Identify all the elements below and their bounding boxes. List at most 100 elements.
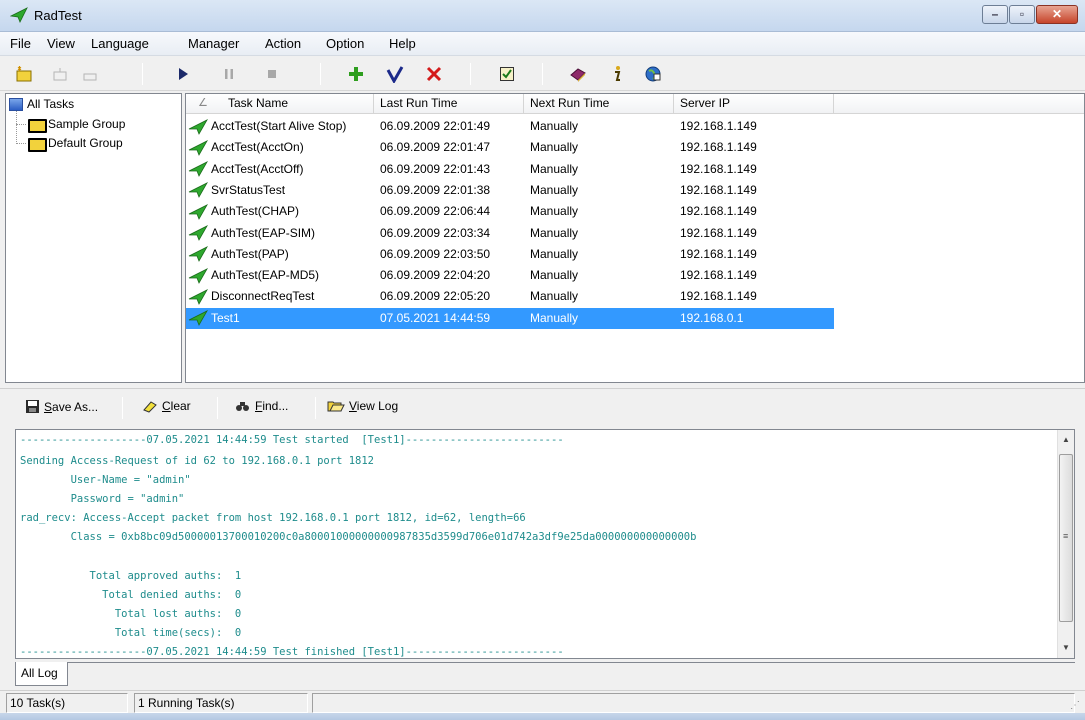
menu-option[interactable]: Option <box>326 36 364 51</box>
close-button[interactable]: ✕ <box>1036 5 1078 24</box>
tree-node-default-group[interactable]: Default Group <box>27 134 123 152</box>
column-header-server-ip[interactable]: Server IP <box>674 94 834 114</box>
tree-connector <box>16 143 26 144</box>
minimize-button[interactable]: – <box>982 5 1008 24</box>
task-arrow-icon <box>188 246 208 263</box>
task-list: ∠ Task Name Last Run Time Next Run Time … <box>185 93 1085 383</box>
cell-server-ip: 192.168.1.149 <box>680 289 757 304</box>
menu-language[interactable]: Language <box>91 36 149 51</box>
cell-task-name: AcctTest(Start Alive Stop) <box>186 116 374 137</box>
table-row[interactable]: AuthTest(CHAP) 06.09.2009 22:06:44 Manuall… <box>186 201 834 222</box>
title-bar: RadTest – ▫ ✕ <box>0 0 1085 32</box>
menu-action[interactable]: Action <box>265 36 301 51</box>
tab-all-log[interactable]: All Log <box>15 662 68 686</box>
save-as-button[interactable]: Save As... <box>25 399 98 414</box>
maximize-button[interactable]: ▫ <box>1009 5 1035 24</box>
pause-button[interactable] <box>219 64 239 84</box>
group-folder-icon <box>27 118 47 133</box>
task-name-label: AuthTest(CHAP) <box>211 204 300 219</box>
save-as-label: Save As... <box>44 399 99 414</box>
log-line: rad_recv: Access-Accept packet from host… <box>20 512 526 525</box>
task-name-label: SvrStatusTest <box>211 182 286 197</box>
cell-task-name: AuthTest(EAP-MD5) <box>186 265 374 286</box>
cell-task-name: AuthTest(EAP-SIM) <box>186 223 374 244</box>
log-line: User-Name = "admin" <box>20 474 191 487</box>
menu-help[interactable]: Help <box>389 36 416 51</box>
log-scrollbar[interactable]: ▲ ≡ ▼ <box>1057 430 1074 658</box>
add-task-button[interactable] <box>346 64 366 84</box>
folder-delete-icon <box>83 73 97 81</box>
sort-indicator-icon: ∠ <box>198 97 208 109</box>
cell-server-ip: 192.168.1.149 <box>680 204 757 219</box>
column-header-next-run[interactable]: Next Run Time <box>524 94 674 114</box>
cell-task-name: DisconnectReqTest <box>186 286 374 307</box>
toolbar-separator <box>217 397 218 419</box>
column-label: Server IP <box>680 96 731 110</box>
task-name-label: Test1 <box>211 310 240 325</box>
table-row[interactable]: SvrStatusTest 06.09.2009 22:01:38 Manually… <box>186 180 834 201</box>
table-row[interactable]: AcctTest(AcctOff) 06.09.2009 22:01:43 Manu… <box>186 159 834 180</box>
cell-next-run: Manually <box>530 289 579 304</box>
clear-button[interactable]: Clear <box>142 399 191 413</box>
table-row[interactable]: AcctTest(Start Alive Stop) 06.09.2009 22:… <box>186 116 834 137</box>
new-folder-icon <box>16 66 32 82</box>
cell-last-run: 06.09.2009 22:04:20 <box>380 268 491 283</box>
table-row[interactable]: AuthTest(EAP-SIM) 06.09.2009 22:03:34 Manu… <box>186 223 834 244</box>
log-line: Total approved auths: 1 <box>20 569 242 582</box>
main-toolbar <box>0 57 1085 91</box>
stop-button[interactable] <box>262 64 282 84</box>
floppy-disk-icon <box>26 400 39 413</box>
task-name-label: AuthTest(EAP-MD5) <box>211 268 320 283</box>
task-arrow-icon <box>188 118 208 135</box>
menu-view[interactable]: View <box>47 36 75 51</box>
tree-node-all-tasks[interactable]: All Tasks <box>9 95 74 113</box>
menu-manager[interactable]: Manager <box>188 36 239 51</box>
table-row[interactable]: DisconnectReqTest 06.09.2009 22:05:20 Manu… <box>186 286 834 307</box>
status-task-count: 10 Task(s) <box>6 693 128 713</box>
log-output[interactable]: --------------------07.05.2021 14:44:59 … <box>15 429 1075 659</box>
play-icon <box>179 68 188 80</box>
resize-grip-icon[interactable]: ⋰ <box>1070 700 1080 711</box>
column-header-last-run[interactable]: Last Run Time <box>374 94 524 114</box>
log-line: Password = "admin" <box>20 493 185 506</box>
info-button[interactable] <box>607 64 627 84</box>
menu-file[interactable]: File <box>10 36 31 51</box>
table-row[interactable]: Test1 07.05.2021 14:44:59 Manually 192.168.… <box>186 307 834 329</box>
status-empty-panel <box>312 693 1075 713</box>
book-icon <box>570 68 586 82</box>
run-button[interactable] <box>173 64 193 84</box>
task-name-label: DisconnectReqTest <box>211 289 315 304</box>
table-row[interactable]: AcctTest(AcctOn) 06.09.2009 22:01:47 Manua… <box>186 137 834 158</box>
column-header-task-name[interactable]: ∠ Task Name <box>186 94 374 114</box>
delete-group-button[interactable] <box>80 64 100 84</box>
scroll-up-icon[interactable]: ▲ <box>1058 432 1074 448</box>
table-row[interactable]: AuthTest(PAP) 06.09.2009 22:03:50 Manually… <box>186 244 834 265</box>
task-properties-button[interactable] <box>497 64 517 84</box>
scroll-thumb[interactable]: ≡ <box>1059 454 1073 622</box>
app-logo-icon <box>10 7 28 23</box>
task-arrow-icon <box>188 267 208 284</box>
edit-task-button[interactable] <box>385 64 405 84</box>
tree-node-sample-group[interactable]: Sample Group <box>27 115 125 133</box>
cell-server-ip: 192.168.1.149 <box>680 161 757 176</box>
table-row[interactable]: AuthTest(EAP-MD5) 06.09.2009 22:04:20 Manu… <box>186 265 834 286</box>
log-line: Total denied auths: 0 <box>20 588 242 601</box>
info-icon <box>615 66 621 81</box>
column-label: Task Name <box>228 96 289 110</box>
scroll-down-icon[interactable]: ▼ <box>1058 640 1074 656</box>
pane-splitter[interactable] <box>0 384 1085 389</box>
view-log-button[interactable]: View Log <box>327 399 398 413</box>
cross-icon <box>426 66 442 82</box>
new-group-button[interactable] <box>14 64 34 84</box>
delete-task-button[interactable] <box>424 64 444 84</box>
edit-group-button[interactable] <box>50 64 70 84</box>
website-button[interactable] <box>643 64 663 84</box>
cell-task-name: Test1 <box>186 308 374 329</box>
cell-next-run: Manually <box>530 161 579 176</box>
cell-server-ip: 192.168.1.149 <box>680 246 757 261</box>
task-arrow-icon <box>188 225 208 241</box>
dictionary-button[interactable] <box>568 64 588 84</box>
find-button[interactable]: Find... <box>235 399 288 413</box>
cell-next-run: Manually <box>530 182 579 197</box>
plus-icon <box>349 67 363 81</box>
